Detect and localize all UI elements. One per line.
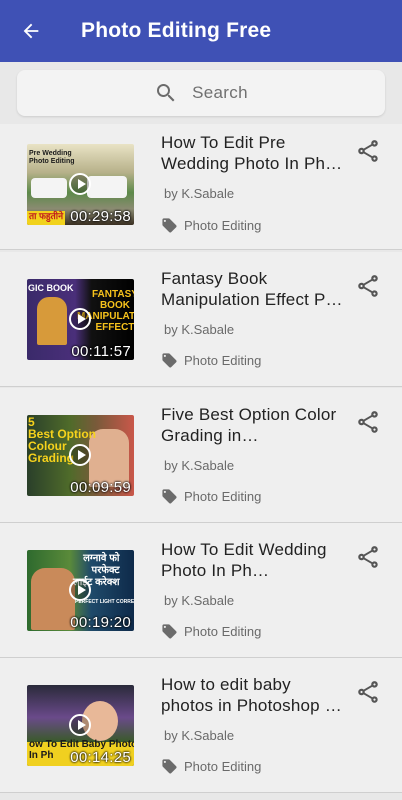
list-item[interactable]: Pre Wedding Photo Editing ता फहुतीने 00:… xyxy=(0,124,402,250)
video-duration: 00:29:58 xyxy=(70,208,131,225)
category-label: Photo Editing xyxy=(184,624,262,639)
video-thumbnail[interactable]: लग्नावे फो परफेक्ट लाईट करेक्श PERFECT L… xyxy=(27,550,134,631)
category-label: Photo Editing xyxy=(184,489,262,504)
app-bar: Photo Editing Free xyxy=(0,0,402,62)
list-item[interactable]: GIC BOOK FANTASY BOOK MANIPULATION EFFEC… xyxy=(0,252,402,387)
category-tag: Photo Editing xyxy=(161,352,261,369)
category-label: Photo Editing xyxy=(184,218,262,233)
tag-icon xyxy=(162,218,177,233)
category-tag: Photo Editing xyxy=(161,217,261,234)
video-thumbnail[interactable]: GIC BOOK FANTASY BOOK MANIPULATION EFFEC… xyxy=(27,279,134,360)
share-icon[interactable] xyxy=(355,544,381,570)
category-label: Photo Editing xyxy=(184,759,262,774)
video-author: by K.Sabale xyxy=(164,322,235,337)
video-thumbnail[interactable]: ow To Edit Baby Photo In Ph 00:14:25 xyxy=(27,685,134,766)
tag-icon xyxy=(162,624,177,639)
tag-icon xyxy=(162,759,177,774)
video-author: by K.Sabale xyxy=(164,728,235,743)
page-title: Photo Editing Free xyxy=(81,19,272,42)
video-author: by K.Sabale xyxy=(164,458,235,473)
video-title[interactable]: How To Edit Pre Wedding Photo In Ph… xyxy=(161,132,346,174)
search-placeholder: Search xyxy=(192,83,248,102)
video-author: by K.Sabale xyxy=(164,593,235,608)
thumbnail-text: ता फहुतीने xyxy=(29,211,64,221)
video-title[interactable]: How to edit baby photos in Photoshop … xyxy=(161,674,346,716)
video-thumbnail[interactable]: Pre Wedding Photo Editing ता फहुतीने 00:… xyxy=(27,144,134,225)
video-title[interactable]: Fantasy Book Manipulation Effect P… xyxy=(161,268,346,310)
tag-icon xyxy=(162,353,177,368)
search-icon xyxy=(157,84,175,102)
video-title[interactable]: How To Edit Wedding Photo In Ph… xyxy=(161,539,346,581)
category-tag: Photo Editing xyxy=(161,623,261,640)
share-icon[interactable] xyxy=(355,273,381,299)
share-icon[interactable] xyxy=(355,138,381,164)
search-container: Search xyxy=(0,62,402,124)
category-tag: Photo Editing xyxy=(161,488,261,505)
video-duration: 00:11:57 xyxy=(71,343,131,360)
video-author: by K.Sabale xyxy=(164,186,235,201)
arrow-back-icon xyxy=(23,23,39,39)
tag-icon xyxy=(162,489,177,504)
list-item[interactable]: ow To Edit Baby Photo In Ph 00:14:25 How… xyxy=(0,658,402,793)
share-icon[interactable] xyxy=(355,409,381,435)
category-tag: Photo Editing xyxy=(161,758,261,775)
back-button[interactable] xyxy=(0,0,62,62)
thumbnail-caption: GIC BOOK xyxy=(28,283,74,293)
thumbnail-caption: Pre Wedding Photo Editing xyxy=(29,150,75,165)
video-duration: 00:14:25 xyxy=(70,749,131,766)
list-item[interactable]: लग्नावे फो परफेक्ट लाईट करेक्श PERFECT L… xyxy=(0,523,402,658)
play-icon xyxy=(69,444,91,466)
play-icon xyxy=(69,579,91,601)
search-input[interactable]: Search xyxy=(17,70,385,116)
video-thumbnail[interactable]: 5 Best Option Colour Grading 00:09:59 xyxy=(27,415,134,496)
video-duration: 00:09:59 xyxy=(70,479,131,496)
play-icon xyxy=(69,308,91,330)
video-title[interactable]: Five Best Option Color Grading in Photos… xyxy=(161,404,346,446)
play-icon xyxy=(69,173,91,195)
share-icon[interactable] xyxy=(355,679,381,705)
video-duration: 00:19:20 xyxy=(70,614,131,631)
category-label: Photo Editing xyxy=(184,353,262,368)
play-icon xyxy=(69,714,91,736)
list-item[interactable]: 5 Best Option Colour Grading 00:09:59 Fi… xyxy=(0,388,402,523)
